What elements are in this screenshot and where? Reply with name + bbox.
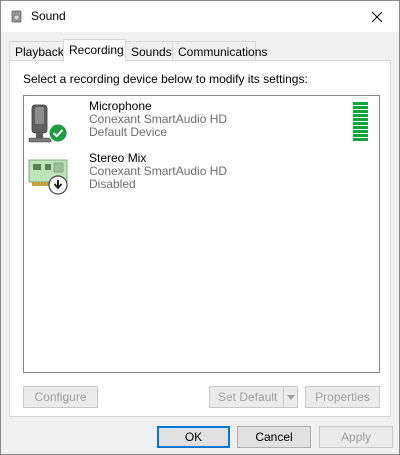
device-list[interactable]: Microphone Conexant SmartAudio HD Defaul… [23,95,380,373]
level-bar [353,106,368,109]
dropdown-arrow-button[interactable] [283,387,297,407]
window-title: Sound [31,9,66,23]
level-meter [353,102,368,142]
recording-panel: Select a recording device below to modif… [9,60,391,417]
device-status: Default Device [89,125,168,139]
properties-button[interactable]: Properties [305,386,380,408]
level-bar [353,114,368,117]
level-bar [353,130,368,133]
close-button[interactable] [355,1,399,32]
chevron-down-icon [286,394,295,400]
sound-dialog: Sound Playback Recording Sounds Communic… [0,0,400,455]
cancel-button[interactable]: Cancel [237,426,311,448]
close-icon [371,11,383,22]
configure-button[interactable]: Configure [23,386,98,408]
level-bar [353,138,368,141]
device-status: Disabled [89,177,136,191]
apply-button[interactable]: Apply [319,426,393,448]
device-item-microphone[interactable]: Microphone Conexant SmartAudio HD Defaul… [24,96,379,148]
tab-playback[interactable]: Playback [9,41,64,61]
level-bar [353,110,368,113]
speaker-icon [9,8,25,24]
device-item-stereo-mix[interactable]: Stereo Mix Conexant SmartAudio HD Disabl… [24,148,379,200]
device-info: Microphone Conexant SmartAudio HD Defaul… [89,100,227,139]
ok-button[interactable]: OK [157,426,230,448]
level-bar [353,126,368,129]
device-info: Stereo Mix Conexant SmartAudio HD Disabl… [89,152,227,191]
set-default-split-button[interactable]: Set Default [209,386,298,408]
level-bar [353,102,368,105]
title-bar[interactable]: Sound [1,1,399,32]
disabled-arrow-icon [48,175,68,195]
instruction-text: Select a recording device below to modif… [23,72,308,86]
tab-communications[interactable]: Communications [172,41,267,61]
level-bar [353,122,368,125]
level-bar [353,118,368,121]
tab-recording[interactable]: Recording [63,39,126,62]
tab-sounds[interactable]: Sounds [125,41,173,61]
level-bar [353,134,368,137]
set-default-label: Set Default [218,390,278,404]
green-check-icon [48,123,68,143]
